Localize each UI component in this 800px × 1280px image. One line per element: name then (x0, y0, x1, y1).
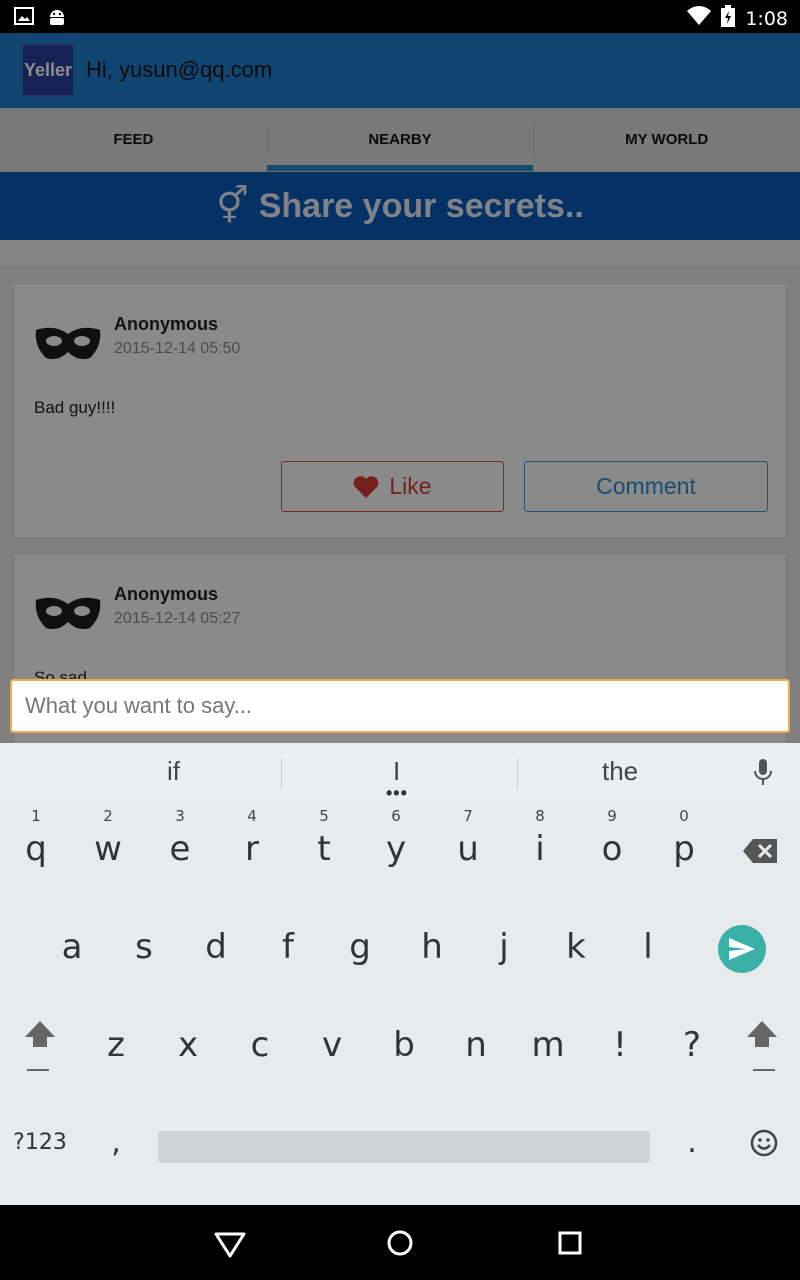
shift-key-right[interactable] (726, 997, 798, 1093)
soft-keyboard: if I the ••• 1q 2w 3e 4r 5t 6y 7u 8i 9o … (0, 743, 800, 1205)
shift-icon (747, 1020, 777, 1071)
key-r[interactable]: 4r (216, 801, 288, 897)
key-x[interactable]: x (152, 997, 224, 1093)
key-u[interactable]: 7u (432, 801, 504, 897)
status-bar: 1:08 (0, 0, 800, 33)
key-p[interactable]: 0p (648, 801, 720, 897)
key-o[interactable]: 9o (576, 801, 648, 897)
navigation-bar (0, 1205, 800, 1280)
key-m[interactable]: m (512, 997, 584, 1093)
status-time: 1:08 (745, 7, 788, 30)
key-j[interactable]: j (468, 899, 540, 995)
emoji-icon (750, 1129, 778, 1157)
wifi-icon (687, 6, 712, 31)
key-k[interactable]: k (540, 899, 612, 995)
recents-icon[interactable] (552, 1225, 588, 1261)
key-exclamation[interactable]: ! (584, 997, 656, 1093)
key-v[interactable]: v (296, 997, 368, 1093)
key-s[interactable]: s (108, 899, 180, 995)
key-f[interactable]: f (252, 899, 324, 995)
symbols-key[interactable]: ?123 (4, 1095, 76, 1191)
backspace-icon (743, 838, 777, 863)
home-icon[interactable] (382, 1225, 418, 1261)
key-w[interactable]: 2w (72, 801, 144, 897)
message-input[interactable]: What you want to say... (10, 679, 790, 733)
key-c[interactable]: c (224, 997, 296, 1093)
key-t[interactable]: 5t (288, 801, 360, 897)
key-period[interactable]: . (656, 1095, 728, 1191)
battery-icon (721, 5, 736, 32)
key-d[interactable]: d (180, 899, 252, 995)
key-l[interactable]: l (612, 899, 684, 995)
key-e[interactable]: 3e (144, 801, 216, 897)
key-area: 1q 2w 3e 4r 5t 6y 7u 8i 9o 0p a s d f g … (0, 801, 800, 1205)
key-b[interactable]: b (368, 997, 440, 1093)
suggestion-divider (281, 759, 282, 789)
key-g[interactable]: g (324, 899, 396, 995)
send-icon (729, 938, 755, 960)
back-icon[interactable] (212, 1225, 248, 1261)
emoji-key[interactable] (728, 1095, 800, 1191)
key-y[interactable]: 6y (360, 801, 432, 897)
key-comma[interactable]: , (80, 1095, 152, 1191)
image-icon (14, 7, 34, 32)
key-h[interactable]: h (396, 899, 468, 995)
microphone-icon[interactable] (752, 759, 774, 787)
suggestion-the[interactable]: the (602, 756, 638, 787)
android-icon (48, 7, 66, 32)
suggestion-divider (517, 759, 518, 789)
space-bar[interactable] (158, 1131, 650, 1163)
suggestion-strip: if I the ••• (0, 743, 800, 802)
key-n[interactable]: n (440, 997, 512, 1093)
shift-icon (25, 1020, 55, 1071)
more-suggestions-icon[interactable]: ••• (386, 784, 408, 802)
key-q[interactable]: 1q (0, 801, 72, 897)
backspace-key[interactable] (724, 801, 796, 897)
send-button[interactable] (718, 925, 766, 973)
key-question[interactable]: ? (656, 997, 728, 1093)
key-i[interactable]: 8i (504, 801, 576, 897)
suggestion-if[interactable]: if (167, 756, 180, 787)
key-z[interactable]: z (80, 997, 152, 1093)
shift-key-left[interactable] (4, 997, 76, 1093)
key-a[interactable]: a (36, 899, 108, 995)
